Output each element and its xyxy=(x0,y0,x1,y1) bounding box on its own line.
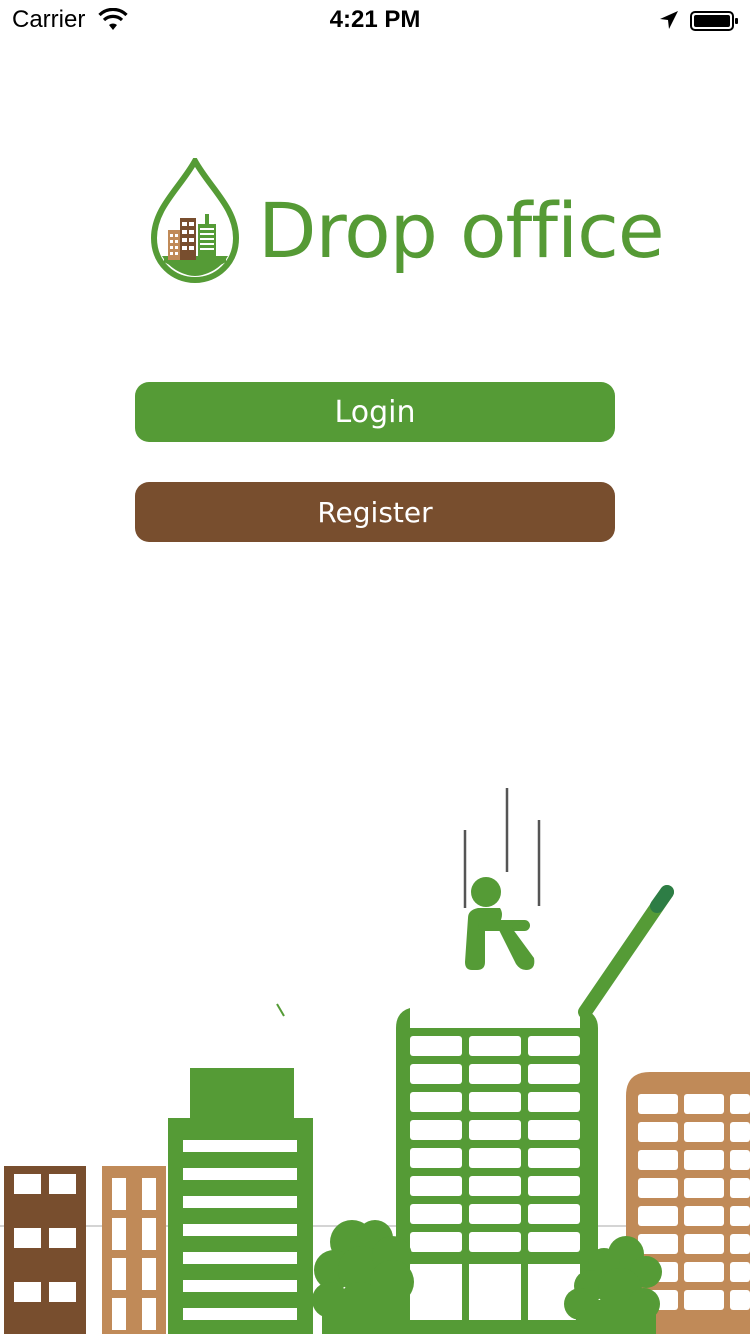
register-button-label: Register xyxy=(317,495,433,529)
crane-tip xyxy=(276,1003,285,1017)
city-skyline-illustration xyxy=(0,788,750,1334)
crane-pole xyxy=(578,885,674,1019)
tan-building-small xyxy=(102,1166,166,1334)
login-button-label: Login xyxy=(334,394,416,430)
location-arrow-icon xyxy=(660,11,678,29)
green-building-striped xyxy=(168,1068,313,1334)
app-title: Drop office xyxy=(258,186,665,275)
clock: 4:21 PM xyxy=(329,6,421,33)
sitting-person-icon xyxy=(465,877,535,970)
login-button[interactable]: Login xyxy=(135,382,615,442)
green-building-tall xyxy=(396,1008,598,1334)
status-bar: Carrier 4:21 PM xyxy=(0,0,750,40)
register-button[interactable]: Register xyxy=(135,482,615,542)
battery-icon xyxy=(690,11,738,31)
brown-building xyxy=(4,1166,86,1334)
